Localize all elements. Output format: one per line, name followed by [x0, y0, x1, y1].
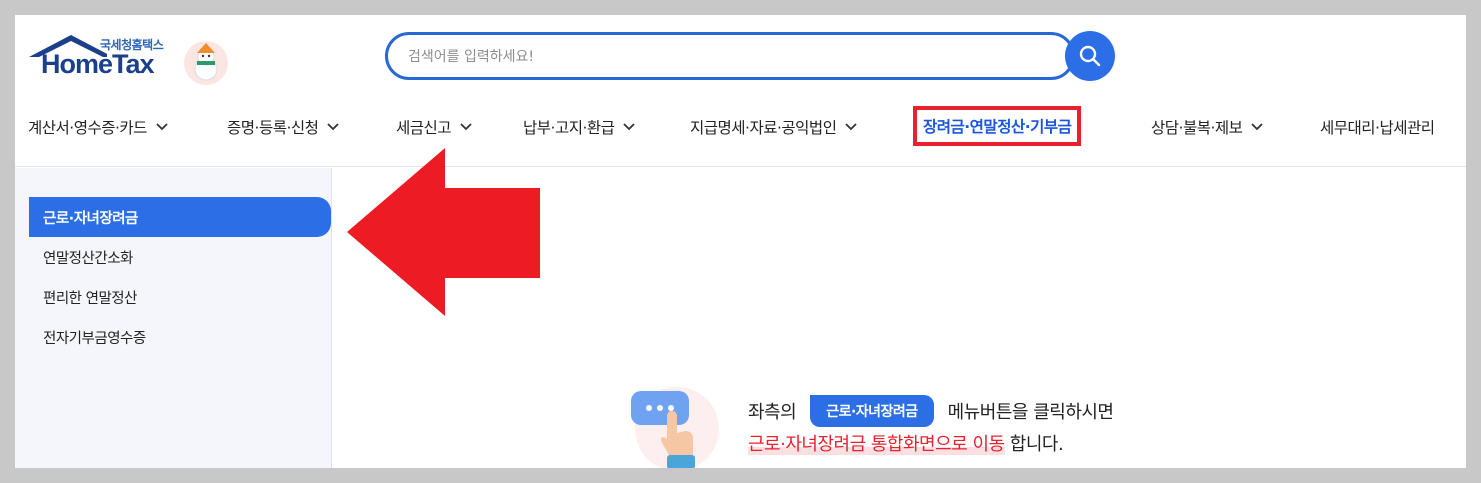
nav-item-label: 납부·고지·환급	[523, 119, 615, 137]
chevron-down-icon	[460, 123, 472, 131]
chevron-down-icon	[1251, 123, 1264, 131]
nav-item-statement[interactable]: 지급명세·자료·공익법인	[690, 111, 858, 143]
nav-item-invoice[interactable]: 계산서·영수증·카드	[28, 111, 169, 143]
nav-item-label: 세무대리·납세관리	[1320, 119, 1435, 137]
click-hand-icon	[631, 387, 719, 468]
nav-item-incentive[interactable]: 장려금·연말정산·기부금	[913, 106, 1082, 146]
red-arrow-annotation	[347, 148, 540, 316]
nav-item-agent[interactable]: 세무대리·납세관리	[1320, 111, 1435, 143]
sidebar-item-label: 편리한 연말정산	[43, 290, 138, 307]
nav-item-label: 증명·등록·신청	[227, 119, 319, 137]
sidebar-item-easy-year-end[interactable]: 편리한 연말정산	[29, 277, 331, 317]
info-tail: 합니다.	[1004, 434, 1064, 455]
sidebar-item-donation-receipt[interactable]: 전자기부금영수증	[29, 317, 331, 357]
chevron-down-icon	[623, 123, 636, 131]
info-prefix: 좌측의	[748, 402, 797, 423]
chevron-down-icon	[327, 123, 340, 131]
info-suffix: 메뉴버튼을 클릭하시면	[947, 402, 1114, 423]
main-nav: 계산서·영수증·카드 증명·등록·신청 세금신고 납부·고지·환급 지급명세·자…	[15, 106, 1466, 146]
info-line-1: 좌측의 근로·자녀장려금 메뉴버튼을 클릭하시면	[748, 395, 1114, 427]
nav-item-consult[interactable]: 상담·불복·제보	[1151, 111, 1264, 143]
hometax-page: 국세청홈택스 HomeTax 검색어를 입력하세요! 계산서·영수증·카드 증명…	[15, 15, 1466, 468]
sidebar-item-label: 연말정산간소화	[43, 250, 133, 267]
nav-item-label: 계산서·영수증·카드	[28, 119, 147, 137]
search-icon	[1079, 45, 1101, 67]
info-line-2: 근로·자녀장려금 통합화면으로 이동 합니다.	[748, 430, 1064, 456]
sidebar-item-label: 전자기부금영수증	[43, 330, 146, 347]
nav-item-tax-report[interactable]: 세금신고	[396, 111, 473, 143]
chevron-down-icon	[156, 123, 168, 131]
nav-item-label: 장려금·연말정산·기부금	[923, 118, 1072, 136]
sidebar-item-label: 근로·자녀장려금	[43, 210, 138, 227]
search-button[interactable]	[1065, 31, 1115, 81]
search-input[interactable]: 검색어를 입력하세요!	[385, 32, 1075, 80]
chevron-down-icon	[845, 123, 858, 131]
info-highlight: 근로·자녀장려금 통합화면으로 이동	[748, 434, 1005, 455]
info-badge: 근로·자녀장려금	[810, 395, 934, 427]
logo-title: HomeTax	[41, 49, 155, 79]
search-placeholder: 검색어를 입력하세요!	[408, 49, 534, 65]
sidebar-item-year-end-simple[interactable]: 연말정산간소화	[29, 237, 331, 277]
hometax-logo[interactable]: 국세청홈택스 HomeTax	[27, 33, 237, 93]
sidebar-item-earned-income-credit[interactable]: 근로·자녀장려금	[29, 197, 331, 237]
nav-item-label: 세금신고	[396, 119, 452, 137]
header: 국세청홈택스 HomeTax 검색어를 입력하세요! 계산서·영수증·카드 증명…	[15, 15, 1466, 167]
nav-item-certificate[interactable]: 증명·등록·신청	[227, 111, 340, 143]
snowman-mascot-icon	[184, 41, 228, 85]
nav-item-label: 지급명세·자료·공익법인	[690, 119, 837, 137]
nav-item-payment[interactable]: 납부·고지·환급	[523, 111, 636, 143]
sidebar: 근로·자녀장려금 연말정산간소화 편리한 연말정산 전자기부금영수증	[15, 168, 332, 468]
nav-item-label: 상담·불복·제보	[1151, 119, 1243, 137]
